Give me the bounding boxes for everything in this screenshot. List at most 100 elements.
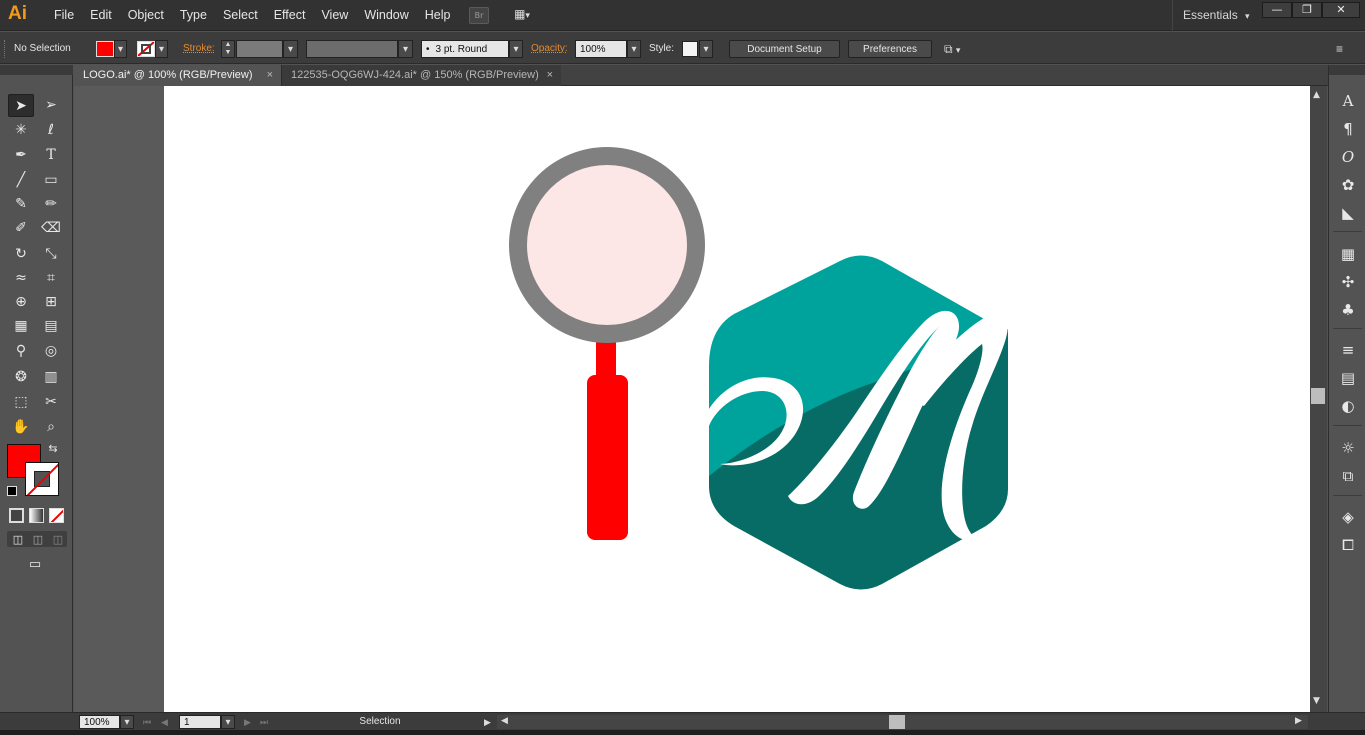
graphic-style-swatch[interactable] <box>682 41 698 57</box>
zoom-level-field[interactable]: 100% <box>79 715 120 729</box>
tab-second-document-close-icon[interactable]: × <box>547 65 553 86</box>
control-bar-grip[interactable] <box>4 40 10 58</box>
appearance-panel-icon[interactable]: ☼ <box>1337 437 1359 459</box>
paragraph-panel-icon[interactable]: ¶ <box>1337 118 1359 140</box>
artboard-tool-icon[interactable]: ⬚ <box>8 391 34 414</box>
stroke-weight-dropdown[interactable]: ▾ <box>283 40 298 58</box>
stroke-label[interactable]: Stroke: <box>183 40 215 58</box>
tab-second-document[interactable]: 122535-OQG6WJ-424.ai* @ 150% (RGB/Previe… <box>281 65 561 86</box>
tab-logo-close-icon[interactable]: × <box>267 65 273 86</box>
zoom-tool-icon[interactable]: ⌕ <box>38 416 64 439</box>
arrange-objects-button[interactable]: ⧉ ▾ <box>944 40 974 58</box>
magnifier-lens[interactable] <box>527 165 687 325</box>
horizontal-scrollbar[interactable]: ◀ ▶ <box>497 715 1308 729</box>
scale-tool-icon[interactable]: ⤡ <box>38 243 64 266</box>
character-panel-icon[interactable]: A <box>1337 90 1359 112</box>
selection-tool-icon[interactable]: ➤ <box>8 94 34 117</box>
opacity-dropdown[interactable]: ▾ <box>627 40 641 58</box>
menu-window[interactable]: Window <box>356 0 416 31</box>
menu-object[interactable]: Object <box>120 0 172 31</box>
brush-definition-dropdown[interactable]: ▾ <box>509 40 523 58</box>
magic-wand-tool-icon[interactable]: ✳ <box>8 119 34 142</box>
gradient-tool-icon[interactable]: ▤ <box>38 315 64 338</box>
preferences-button[interactable]: Preferences <box>848 40 932 58</box>
document-setup-button[interactable]: Document Setup <box>729 40 840 58</box>
free-transform-tool-icon[interactable]: ⌗ <box>38 267 64 290</box>
gradient-mode-button[interactable] <box>29 508 44 523</box>
graphic-style-dropdown[interactable]: ▾ <box>699 40 713 58</box>
brush-definition-field[interactable]: • 3 pt. Round <box>421 40 509 58</box>
minimize-button[interactable]: — <box>1262 2 1292 18</box>
blend-tool-icon[interactable]: ◎ <box>38 340 64 363</box>
vertical-scroll-thumb[interactable] <box>1311 388 1325 404</box>
type-tool-icon[interactable]: T <box>38 144 64 167</box>
tab-logo[interactable]: LOGO.ai* @ 100% (RGB/Preview) × <box>74 65 281 86</box>
blob-brush-tool-icon[interactable]: ✐ <box>8 217 34 240</box>
menu-file[interactable]: File <box>46 0 82 31</box>
zoom-level-dropdown[interactable]: ▾ <box>120 715 134 729</box>
variable-width-dropdown[interactable]: ▾ <box>398 40 413 58</box>
magnifier-handle[interactable] <box>587 375 628 540</box>
scroll-up-icon[interactable]: ▲ <box>1313 90 1320 100</box>
scroll-left-icon[interactable]: ◀ <box>501 716 508 726</box>
fill-swatch[interactable] <box>96 41 114 57</box>
mesh-tool-icon[interactable]: ▦ <box>8 315 34 338</box>
layers-panel-icon[interactable]: ◈ <box>1337 506 1359 528</box>
warp-tool-icon[interactable]: ≈ <box>8 267 34 290</box>
pen-tool-icon[interactable]: ✒ <box>8 144 34 167</box>
eraser-tool-icon[interactable]: ⌫ <box>38 217 64 240</box>
status-menu-arrow-icon[interactable]: ▶ <box>484 715 491 729</box>
first-artboard-icon[interactable]: ⏮ <box>143 715 151 729</box>
column-graph-tool-icon[interactable]: ▥ <box>38 366 64 389</box>
restore-button[interactable]: ❐ <box>1292 2 1322 18</box>
tools-panel-grip[interactable] <box>0 65 73 75</box>
perspective-grid-tool-icon[interactable]: ⊞ <box>38 291 64 314</box>
default-fill-stroke-icon[interactable] <box>7 486 17 496</box>
menu-effect[interactable]: Effect <box>266 0 314 31</box>
stroke-color-box[interactable] <box>25 462 59 496</box>
menu-help[interactable]: Help <box>417 0 459 31</box>
menu-select[interactable]: Select <box>215 0 266 31</box>
stroke-dropdown[interactable]: ▾ <box>155 40 168 58</box>
symbol-sprayer-tool-icon[interactable]: ❂ <box>8 366 34 389</box>
next-artboard-icon[interactable]: ▶ <box>244 715 251 729</box>
menu-view[interactable]: View <box>313 0 356 31</box>
line-tool-icon[interactable]: ╱ <box>8 169 34 192</box>
artboard-number-field[interactable]: 1 <box>179 715 221 729</box>
color-panel-icon[interactable]: ◣ <box>1337 202 1359 224</box>
opacity-field[interactable]: 100% <box>575 40 627 58</box>
menu-edit[interactable]: Edit <box>82 0 120 31</box>
artboard[interactable] <box>164 86 1310 712</box>
control-panel-menu-icon[interactable]: ≡ <box>1336 40 1352 58</box>
horizontal-scroll-thumb[interactable] <box>889 715 905 729</box>
variable-width-profile[interactable] <box>306 40 398 58</box>
scroll-right-icon[interactable]: ▶ <box>1295 716 1302 726</box>
opacity-label[interactable]: Opacity: <box>531 40 568 58</box>
symbols-panel-icon[interactable]: ♣ <box>1337 299 1359 321</box>
hexagon-logo[interactable] <box>709 255 1008 590</box>
hand-tool-icon[interactable]: ✋ <box>8 416 34 439</box>
eyedropper-tool-icon[interactable]: ⚲ <box>8 340 34 363</box>
brushes-panel-icon[interactable]: ✣ <box>1337 271 1359 293</box>
draw-inside-icon[interactable]: ◫ <box>49 528 67 551</box>
rotate-tool-icon[interactable]: ↻ <box>8 243 34 266</box>
magnifier-neck[interactable] <box>596 338 616 378</box>
color-guide-panel-icon[interactable]: ✿ <box>1337 174 1359 196</box>
lasso-tool-icon[interactable]: ℓ <box>38 119 64 142</box>
arrange-documents-button[interactable]: ▦▾ <box>508 7 536 24</box>
none-mode-button[interactable] <box>49 508 64 523</box>
screen-mode-icon[interactable]: ▭ <box>22 553 48 576</box>
shape-builder-tool-icon[interactable]: ⊕ <box>8 291 34 314</box>
last-artboard-icon[interactable]: ⏭ <box>260 715 268 729</box>
stroke-panel-icon[interactable]: ≡ <box>1337 339 1359 361</box>
scroll-down-icon[interactable]: ▼ <box>1313 696 1320 706</box>
draw-normal-icon[interactable]: ◫ <box>9 528 27 551</box>
swatches-panel-icon[interactable]: ▦ <box>1337 243 1359 265</box>
gradient-panel-icon[interactable]: ▤ <box>1337 367 1359 389</box>
draw-behind-icon[interactable]: ◫ <box>29 528 47 551</box>
rectangle-tool-icon[interactable]: ▭ <box>38 169 64 192</box>
stroke-weight-stepper[interactable]: ▲ ▼ <box>221 40 235 58</box>
menu-type[interactable]: Type <box>172 0 215 31</box>
paintbrush-tool-icon[interactable]: ✎ <box>8 193 34 216</box>
artboards-panel-icon[interactable]: ⧠ <box>1337 534 1359 556</box>
